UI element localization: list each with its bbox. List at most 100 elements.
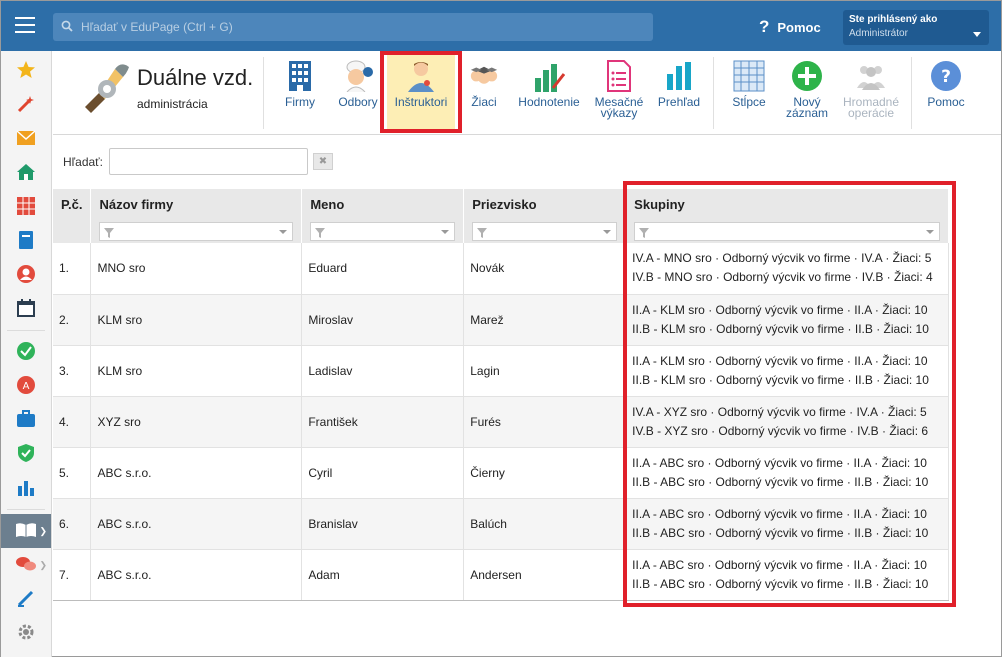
table-row[interactable]: 4. XYZ sro František Furés IV.A - XYZ sro · …	[53, 396, 949, 448]
cell-company: ABC s.r.o.	[90, 549, 303, 601]
toolbar-ziaci[interactable]: Žiaci	[461, 55, 507, 131]
sidebar-timetable[interactable]	[1, 190, 51, 224]
cell-surname: Čierny	[463, 447, 627, 499]
group-entry: II.A - KLM sro · Odborný výcvik vo firme…	[632, 353, 928, 368]
sidebar-messages[interactable]	[1, 122, 51, 156]
filter-label: Hľadať:	[63, 155, 104, 169]
toolbar-divider	[713, 57, 714, 129]
column-filter-company[interactable]	[99, 222, 294, 241]
toolbar-mesacne-label-2: výkazy	[600, 106, 638, 120]
mail-icon	[16, 129, 36, 149]
sidebar-book[interactable]	[1, 224, 51, 258]
table-row[interactable]: 6. ABC s.r.o. Branislav Balúch II.A - ABC sr…	[53, 498, 949, 550]
header-divider	[53, 134, 1001, 135]
toolbar-mesacne-vykazy[interactable]: Mesačné výkazy	[591, 55, 647, 131]
cell-surname: Lagin	[463, 345, 627, 397]
toolbar-prehlad-label: Prehľad	[657, 95, 701, 109]
toolbar-stlpce[interactable]: Stĺpce	[727, 55, 771, 131]
plus-icon	[790, 59, 824, 93]
filter-icon	[104, 226, 115, 241]
toolbar-mesacne-label: Mesačné výkazy	[595, 96, 644, 120]
col-header-number[interactable]: P.č.	[53, 189, 92, 243]
cell-company: KLM sro	[90, 345, 303, 397]
toolbar-hromadne-operacie[interactable]: Hromadné operácie	[839, 55, 903, 131]
global-search-input[interactable]	[81, 20, 653, 34]
sidebar-settings[interactable]	[1, 616, 51, 650]
menu-icon[interactable]	[15, 17, 35, 33]
home-icon	[16, 163, 36, 184]
global-search[interactable]	[53, 13, 653, 41]
toolbar-firmy[interactable]: Firmy	[279, 55, 321, 131]
table-row[interactable]: 3. KLM sro Ladislav Lagin II.A - KLM sro · O…	[53, 345, 949, 397]
user-menu[interactable]: Ste prihlásený ako Administrátor	[843, 10, 989, 45]
sidebar-edit[interactable]	[1, 582, 51, 616]
filter-input[interactable]	[109, 148, 308, 175]
toolbar-novy-zaznam[interactable]: Nový záznam	[783, 55, 831, 131]
cell-number: 2.	[53, 294, 92, 346]
table-row[interactable]: 5. ABC s.r.o. Cyril Čierny II.A - ABC sro · …	[53, 447, 949, 499]
sidebar-stats[interactable]	[1, 471, 51, 505]
cell-number: 5.	[53, 447, 92, 499]
group-entry: II.B - KLM sro · Odborný výcvik vo firme…	[632, 321, 929, 336]
group-entry: II.A - ABC sro · Odborný výcvik vo firme…	[632, 557, 927, 572]
sidebar-security[interactable]	[1, 437, 51, 471]
cell-number: 7.	[53, 549, 92, 601]
sidebar-calendar[interactable]	[1, 292, 51, 326]
chat-icon	[15, 555, 37, 576]
cell-groups: II.A - KLM sro · Odborný výcvik vo firme…	[625, 294, 949, 346]
toolbar-hodnotenie[interactable]: Hodnotenie	[515, 55, 583, 131]
toolbar-odbory[interactable]: Odbory	[335, 55, 381, 131]
group-entry: IV.A - MNO sro · Odborný výcvik vo firme…	[632, 251, 932, 266]
sidebar-jobs[interactable]	[1, 403, 51, 437]
sidebar-badge[interactable]: A	[1, 369, 51, 403]
cell-company: KLM sro	[90, 294, 303, 346]
help-link[interactable]: ? Pomoc	[759, 17, 821, 37]
table-row[interactable]: 7. ABC s.r.o. Adam Andersen II.A - ABC sro ·…	[53, 549, 949, 601]
timetable-icon	[17, 196, 35, 218]
sidebar-dual-education[interactable]: ❯	[1, 514, 51, 548]
magic-wand-icon	[16, 94, 36, 117]
sidebar-chat[interactable]: ❯	[1, 548, 51, 582]
table-row[interactable]: 2. KLM sro Miroslav Marež II.A - KLM sro · O…	[53, 294, 949, 346]
sidebar-users[interactable]	[1, 258, 51, 292]
column-filter-name[interactable]	[310, 222, 456, 241]
toolbar-novy-label-2: záznam	[785, 106, 829, 120]
cell-groups: II.A - ABC sro · Odborný výcvik vo firme…	[625, 498, 949, 550]
top-bar: ? Pomoc Ste prihlásený ako Administrátor	[1, 1, 1001, 51]
evaluation-chart-icon	[532, 59, 566, 93]
chevron-down-icon	[603, 230, 612, 234]
column-filter-groups[interactable]	[634, 222, 940, 241]
col-header-company[interactable]: Názov firmy	[90, 189, 303, 243]
sidebar-home[interactable]	[1, 156, 51, 190]
sidebar-favorites[interactable]	[1, 54, 51, 88]
toolbar-novy-label: Nový záznam	[785, 96, 829, 120]
cell-company: MNO sro	[90, 243, 303, 295]
toolbar-pomoc[interactable]: ? Pomoc	[923, 55, 969, 131]
cell-groups: IV.A - XYZ sro · Odborný výcvik vo firme…	[625, 396, 949, 448]
monthly-report-icon	[602, 59, 636, 93]
help-label: Pomoc	[777, 19, 821, 35]
toolbar-odbory-label: Odbory	[338, 95, 378, 109]
col-header-surname[interactable]: Priezvisko	[463, 189, 627, 243]
cell-surname: Marež	[463, 294, 627, 346]
column-filter-surname[interactable]	[472, 222, 618, 241]
toolbar-firmy-label: Firmy	[285, 95, 315, 109]
toolbar-divider	[911, 57, 912, 129]
book-icon	[18, 230, 34, 252]
calendar-icon	[17, 298, 35, 320]
col-header-groups[interactable]: Skupiny	[625, 189, 949, 243]
chef-icon	[341, 59, 375, 93]
table-row[interactable]: 1. MNO sro Eduard Novák IV.A - MNO sro · Odb…	[53, 243, 949, 295]
badge-icon: A	[16, 375, 36, 398]
toolbar-instruktori[interactable]: Inštruktori	[387, 55, 455, 131]
columns-icon	[732, 59, 766, 93]
cell-number: 4.	[53, 396, 92, 448]
close-icon: ✖	[318, 156, 328, 167]
sidebar-wizard[interactable]	[1, 88, 51, 122]
user-name: Administrátor	[849, 28, 908, 39]
sidebar-approvals[interactable]	[1, 335, 51, 369]
col-header-name[interactable]: Meno	[301, 189, 465, 243]
clear-filter-button[interactable]: ✖	[313, 153, 333, 170]
bar-chart-icon	[17, 478, 35, 499]
toolbar-prehlad[interactable]: Prehľad	[655, 55, 703, 131]
